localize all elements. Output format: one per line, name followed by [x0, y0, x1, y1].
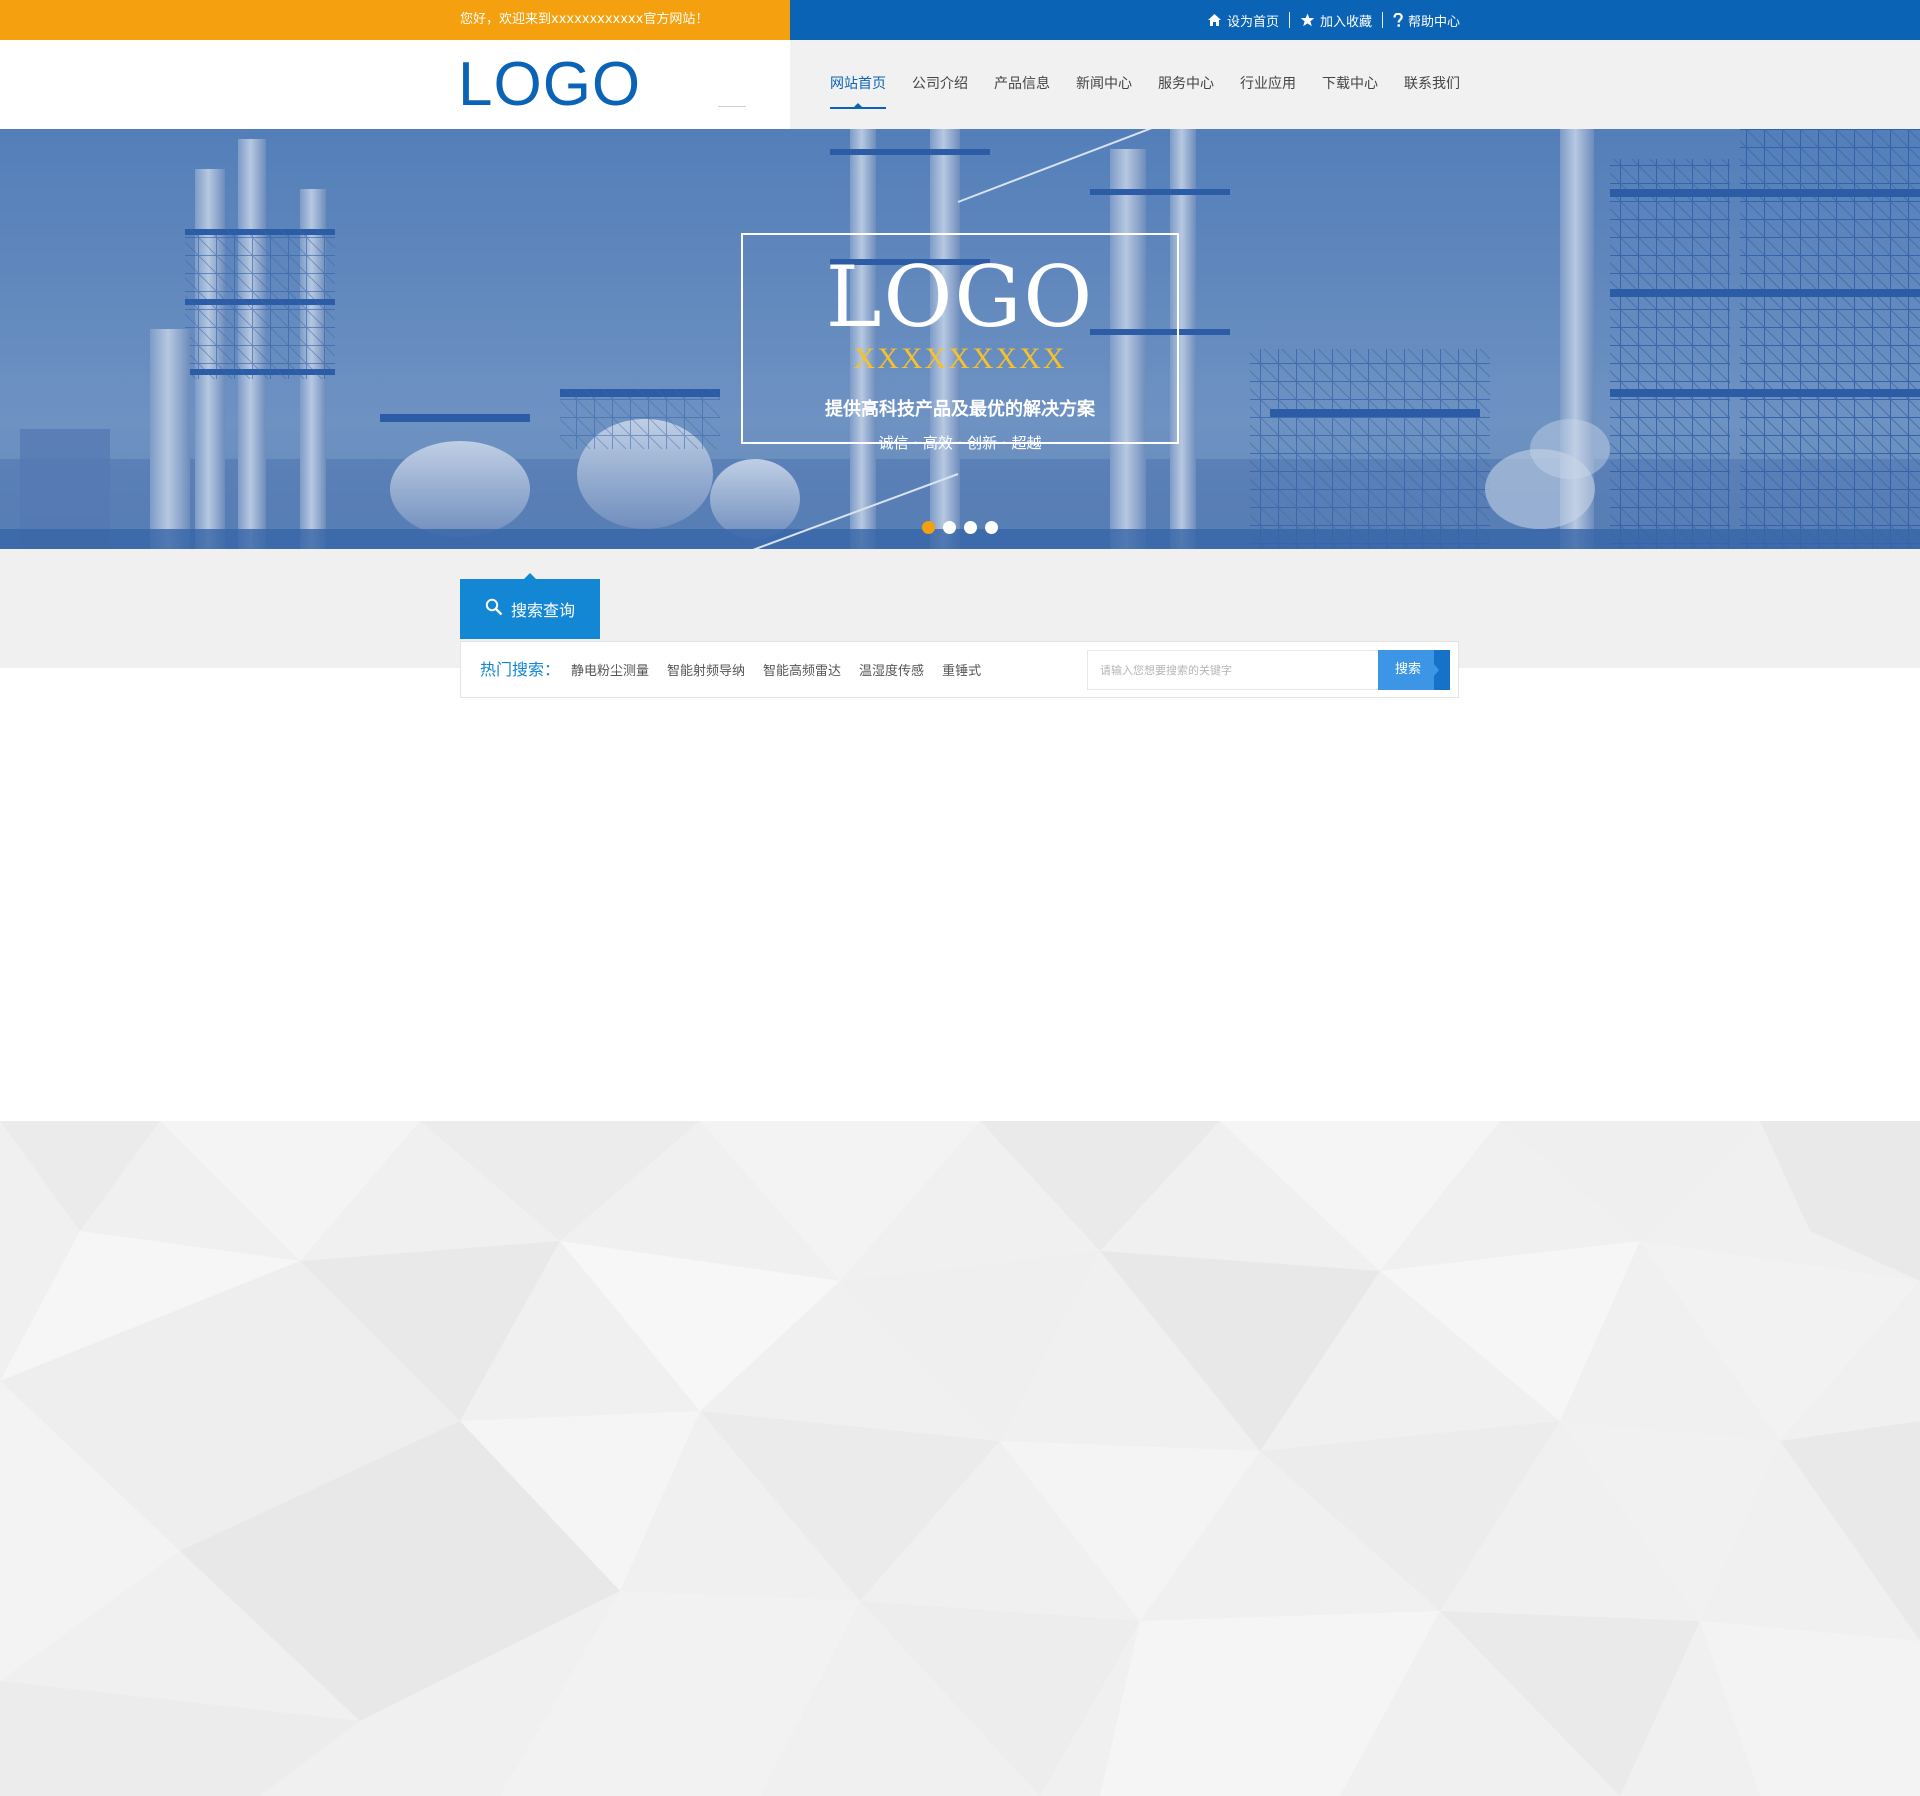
hot-keyword[interactable]: 智能射频导纳	[667, 660, 745, 679]
footer-background	[0, 1121, 1920, 1796]
hot-keyword[interactable]: 温湿度传感	[859, 660, 924, 679]
banner-values: 诚信 · 高效 · 创新 · 超越	[878, 434, 1042, 452]
link-divider	[1288, 12, 1290, 28]
nav-item-contact[interactable]: 联系我们	[1404, 40, 1460, 129]
slider-dot-2[interactable]	[943, 521, 956, 534]
link-divider	[1381, 12, 1383, 28]
star-icon	[1300, 13, 1315, 27]
top-bar: 您好，欢迎来到xxxxxxxxxxxx官方网站！ 设为首页 加入收藏 帮助中心	[0, 0, 1920, 40]
nav-item-industry[interactable]: 行业应用	[1240, 40, 1296, 129]
top-links: 设为首页 加入收藏 帮助中心	[1207, 0, 1460, 40]
hot-keyword[interactable]: 智能高频雷达	[763, 660, 841, 679]
help-center-label: 帮助中心	[1407, 14, 1460, 30]
search-query-tab[interactable]: 搜索查询	[460, 573, 600, 639]
banner-slogan: 提供高科技产品及最优的解决方案	[825, 399, 1095, 420]
hero-banner: LOGO XXXXXXXXX 提供高科技产品及最优的解决方案 诚信 · 高效 ·…	[0, 129, 1920, 549]
slider-dot-1[interactable]	[922, 521, 935, 534]
banner-logo: LOGO	[825, 248, 1095, 346]
search-button-label: 搜索	[1394, 662, 1421, 677]
hot-keyword[interactable]: 重锤式	[942, 660, 981, 679]
nav-item-about[interactable]: 公司介绍	[912, 40, 968, 129]
header-logo-area	[0, 40, 790, 129]
search-panel: 热门搜索： 静电粉尘测量 智能射频导纳 智能高频雷达 温湿度传感 重锤式 搜索	[460, 641, 1459, 698]
main-nav: 网站首页 公司介绍 产品信息 新闻中心 服务中心 行业应用 下载中心 联系我们	[804, 40, 1460, 129]
home-icon	[1207, 13, 1222, 27]
add-favorite-link[interactable]: 加入收藏	[1300, 11, 1372, 30]
hot-search-label: 热门搜索：	[480, 660, 561, 679]
keyword-search-input[interactable]	[1087, 650, 1379, 690]
welcome-text: 您好，欢迎来到xxxxxxxxxxxx官方网站！	[460, 12, 709, 27]
logo-divider	[718, 106, 746, 107]
set-homepage-label: 设为首页	[1226, 14, 1279, 30]
nav-item-download[interactable]: 下载中心	[1322, 40, 1378, 129]
low-poly-pattern	[0, 1121, 1920, 1796]
hot-keyword[interactable]: 静电粉尘测量	[571, 660, 649, 679]
add-favorite-label: 加入收藏	[1319, 14, 1372, 30]
slider-dots	[922, 521, 998, 534]
question-icon	[1393, 12, 1403, 28]
search-icon	[485, 598, 503, 620]
set-homepage-link[interactable]: 设为首页	[1207, 11, 1279, 30]
nav-item-service[interactable]: 服务中心	[1158, 40, 1214, 129]
nav-item-news[interactable]: 新闻中心	[1076, 40, 1132, 129]
hot-search-list: 静电粉尘测量 智能射频导纳 智能高频雷达 温湿度传感 重锤式	[571, 642, 981, 697]
slider-dot-4[interactable]	[985, 521, 998, 534]
search-button[interactable]: 搜索	[1378, 650, 1450, 690]
search-tab-label: 搜索查询	[510, 601, 575, 620]
help-center-link[interactable]: 帮助中心	[1393, 11, 1460, 30]
search-button-notch	[1434, 650, 1450, 690]
site-logo[interactable]: LOGO	[458, 50, 641, 120]
nav-item-home[interactable]: 网站首页	[830, 40, 886, 129]
site-header: LOGO 网站首页 公司介绍 产品信息 新闻中心 服务中心 行业应用 下载中心 …	[0, 40, 1920, 129]
banner-subtitle: XXXXXXXXX	[853, 342, 1067, 375]
slider-dot-3[interactable]	[964, 521, 977, 534]
nav-item-products[interactable]: 产品信息	[994, 40, 1050, 129]
